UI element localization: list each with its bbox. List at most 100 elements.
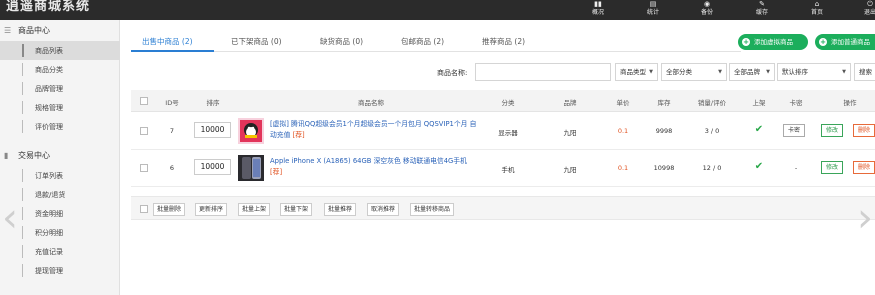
sidebar-item-brand[interactable]: 品牌管理 — [0, 79, 120, 98]
sidebar: ☰ 商品中心 商品列表 商品分类 品牌管理 规格管理 评价管理 ▮ 交易中心 订… — [0, 20, 120, 295]
on-sale-check-icon[interactable]: ✔ — [755, 124, 763, 135]
sidebar-item-label: 提现管理 — [35, 267, 63, 275]
nav-backup-label: 备份 — [700, 9, 713, 16]
goods-price: 0.1 — [617, 164, 629, 172]
sidebar-item-label: 品牌管理 — [35, 85, 63, 93]
sort-input[interactable]: 10000 — [194, 159, 231, 175]
tab-recommended[interactable]: 推荐商品 (2) — [482, 36, 525, 47]
tree-line — [22, 188, 23, 201]
goods-name-input[interactable] — [475, 63, 611, 81]
sidebar-item-recharge[interactable]: 充值记录 — [0, 242, 120, 261]
column-header: 操作 — [843, 99, 857, 107]
tab-label: 缺货商品 — [320, 37, 350, 46]
sidebar-group-goods[interactable]: ☰ 商品中心 — [0, 21, 120, 41]
sidebar-item-withdraw[interactable]: 提现管理 — [0, 261, 120, 280]
on-sale-check-icon[interactable]: ✔ — [755, 161, 763, 172]
goods-type-select[interactable]: 商品类型 ▼ — [615, 63, 658, 81]
table-row: 6 10000 Apple iPhone X (A1865) 64GB 深空灰色… — [131, 150, 875, 187]
active-tab-indicator — [131, 50, 214, 52]
goods-name-link[interactable]: Apple iPhone X (A1865) 64GB 深空灰色 移动联通电信4… — [270, 156, 480, 178]
select-value: 商品类型 — [620, 68, 646, 76]
goods-brand: 九阳 — [563, 129, 577, 137]
nav-logout[interactable]: ⏻ 退出 — [848, 0, 875, 20]
tab-label: 已下架商品 — [231, 37, 269, 46]
tree-line — [22, 169, 23, 182]
sort-input[interactable]: 10000 — [194, 122, 231, 138]
goods-name-text: Apple iPhone X (A1865) 64GB 深空灰色 移动联通电信4… — [270, 157, 467, 165]
row-checkbox[interactable] — [140, 127, 148, 135]
tab-on-sale[interactable]: 出售中商品 (2) — [142, 36, 193, 47]
card-secret-button[interactable]: 卡密 — [783, 124, 806, 137]
tree-line — [22, 226, 23, 239]
sidebar-group-trade[interactable]: ▮ 交易中心 — [0, 146, 120, 166]
chart-icon: ▤ — [649, 0, 657, 8]
nav-backup[interactable]: ◉ 备份 — [685, 0, 729, 20]
list-icon: ☰ — [4, 26, 12, 35]
category-select[interactable]: 全部分类 ▼ — [661, 63, 727, 81]
button-label: 添加虚拟商品 — [754, 38, 793, 46]
batch-off-shelf-button[interactable]: 批量下架 — [280, 203, 313, 216]
table-row: 7 10000 [虚拟] 腾讯QQ超级会员1个月超级会员一个月包月 QQSVIP… — [131, 113, 875, 150]
goods-stock: 10998 — [653, 164, 675, 172]
tree-line — [22, 63, 23, 76]
tab-out-of-stock[interactable]: 缺货商品 (0) — [320, 36, 363, 47]
select-value: 全部品牌 — [734, 68, 760, 76]
goods-tabs: 出售中商品 (2) 已下架商品 (0) 缺货商品 (0) 包邮商品 (2) 推荐… — [131, 30, 741, 52]
goods-id: 7 — [169, 127, 175, 135]
edit-button[interactable]: 修改 — [821, 124, 844, 137]
column-header: 单价 — [616, 99, 630, 107]
tree-line — [22, 120, 23, 133]
sidebar-item-orders[interactable]: 订单列表 — [0, 166, 120, 185]
tab-free-shipping[interactable]: 包邮商品 (2) — [401, 36, 444, 47]
prev-arrow-icon[interactable]: ‹ — [2, 196, 20, 240]
tab-count: (0) — [270, 37, 282, 46]
caret-down-icon: ▼ — [718, 69, 722, 75]
batch-transfer-button[interactable]: 批量转移商品 — [410, 203, 455, 216]
batch-recommend-button[interactable]: 批量推荐 — [324, 203, 357, 216]
delete-button[interactable]: 删除 — [853, 124, 875, 137]
sort-select[interactable]: 默认排序 ▼ — [777, 63, 851, 81]
sidebar-item-goods-list[interactable]: 商品列表 — [0, 41, 120, 60]
add-virtual-goods-button[interactable]: + 添加虚拟商品 — [738, 34, 808, 50]
tree-line — [22, 44, 24, 57]
delete-button[interactable]: 删除 — [853, 161, 875, 174]
nav-home[interactable]: ⌂ 首页 — [795, 0, 839, 20]
tab-count: (2) — [433, 37, 445, 46]
nav-statistics-label: 统计 — [646, 9, 659, 16]
add-normal-goods-button[interactable]: + 添加普通商品 — [815, 34, 875, 50]
home-icon: ⌂ — [814, 0, 820, 8]
brand-select[interactable]: 全部品牌 ▼ — [729, 63, 775, 81]
row-checkbox[interactable] — [140, 164, 148, 172]
nav-statistics[interactable]: ▤ 统计 — [631, 0, 675, 20]
column-header: 品牌 — [563, 99, 577, 107]
goods-brand: 九阳 — [563, 166, 577, 174]
card-secret-empty: - — [794, 164, 798, 172]
goods-id: 6 — [169, 164, 175, 172]
nav-cache[interactable]: ✎ 缓存 — [740, 0, 784, 20]
sidebar-item-spec[interactable]: 规格管理 — [0, 98, 120, 117]
sidebar-item-goods-category[interactable]: 商品分类 — [0, 60, 120, 79]
batch-on-shelf-button[interactable]: 批量上架 — [238, 203, 271, 216]
caret-down-icon: ▼ — [649, 69, 653, 75]
select-all-checkbox[interactable] — [140, 97, 148, 105]
tree-line — [22, 207, 23, 220]
goods-name-link[interactable]: [虚拟] 腾讯QQ超级会员1个月超级会员一个月包月 QQSVIP1个月 自动充值… — [270, 119, 480, 141]
sidebar-item-label: 资金明细 — [35, 210, 63, 218]
column-header: ID号 — [165, 99, 179, 107]
cancel-recommend-button[interactable]: 取消推荐 — [367, 203, 400, 216]
tab-off-shelf[interactable]: 已下架商品 (0) — [231, 36, 282, 47]
search-button[interactable]: 搜索 — [854, 63, 875, 81]
edit-button[interactable]: 修改 — [821, 161, 844, 174]
next-arrow-icon[interactable]: › — [857, 196, 875, 240]
sidebar-item-label: 商品分类 — [35, 66, 63, 74]
tab-count: (2) — [514, 37, 526, 46]
sidebar-item-review[interactable]: 评价管理 — [0, 117, 120, 136]
sidebar-group-title: 交易中心 — [18, 151, 50, 160]
batch-delete-button[interactable]: 批量删除 — [153, 203, 186, 216]
batch-select-checkbox[interactable] — [140, 205, 148, 213]
sidebar-item-label: 充值记录 — [35, 248, 63, 256]
caret-down-icon: ▼ — [842, 69, 846, 75]
update-sort-button[interactable]: 更新排序 — [195, 203, 228, 216]
tab-count: (0) — [352, 37, 364, 46]
nav-overview[interactable]: ▮▮ 概况 — [576, 0, 620, 20]
